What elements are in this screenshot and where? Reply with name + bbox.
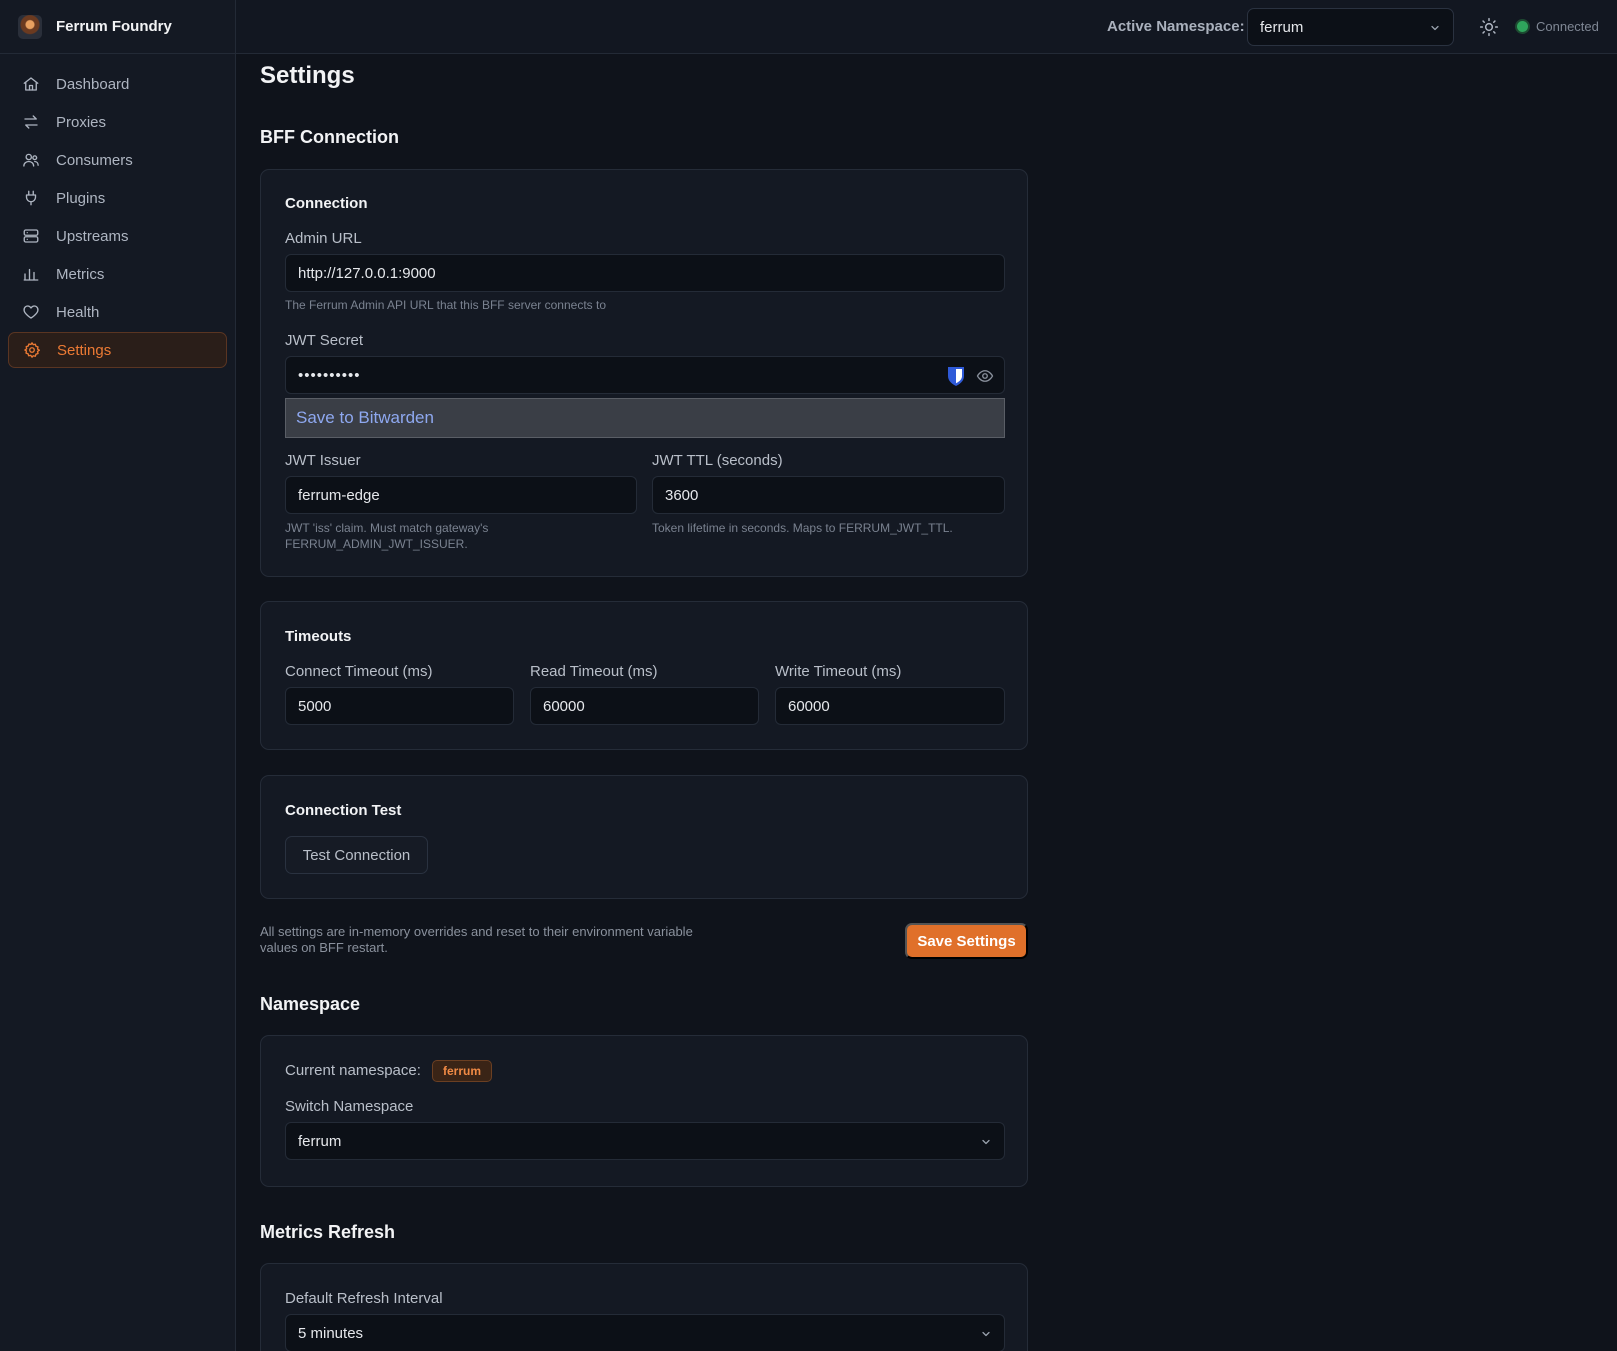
switch-namespace-label: Switch Namespace xyxy=(285,1098,414,1115)
top-bar: Active Namespace: ferrum Connected xyxy=(236,0,1617,54)
sidebar: Ferrum Foundry Dashboard Proxies Consume… xyxy=(0,0,236,1351)
jwt-secret-label: JWT Secret xyxy=(285,332,364,349)
admin-url-label: Admin URL xyxy=(285,230,362,247)
bar-chart-icon xyxy=(22,265,40,283)
write-timeout-label: Write Timeout (ms) xyxy=(775,663,902,680)
connection-test-card: Connection Test Test Connection xyxy=(260,775,1028,899)
sidebar-item-proxies[interactable]: Proxies xyxy=(8,104,227,140)
bff-section-title: BFF Connection xyxy=(260,127,399,147)
switch-namespace-value: ferrum xyxy=(298,1132,342,1150)
status-text: Connected xyxy=(1536,19,1599,34)
timeouts-card: Timeouts Connect Timeout (ms) 5000 Read … xyxy=(260,601,1028,750)
sidebar-item-label: Plugins xyxy=(56,189,106,207)
sidebar-item-consumers[interactable]: Consumers xyxy=(8,142,227,178)
jwt-issuer-label: JWT Issuer xyxy=(285,452,361,469)
admin-url-help: The Ferrum Admin API URL that this BFF s… xyxy=(285,298,607,312)
jwt-ttl-label: JWT TTL (seconds) xyxy=(652,452,783,469)
jwt-secret-input[interactable]: •••••••••• xyxy=(285,356,1005,394)
active-namespace-value: ferrum xyxy=(1260,18,1304,36)
brand-logo xyxy=(18,14,42,39)
jwt-ttl-help: Token lifetime in seconds. Maps to FERRU… xyxy=(652,521,953,535)
sidebar-item-label: Dashboard xyxy=(56,75,130,93)
connection-card-title: Connection xyxy=(285,195,368,212)
chevron-down-icon xyxy=(980,1327,992,1344)
arrows-exchange-icon xyxy=(22,113,40,131)
refresh-interval-value: 5 minutes xyxy=(298,1324,364,1342)
connection-test-title: Connection Test xyxy=(285,802,402,819)
sun-icon[interactable] xyxy=(1479,17,1499,37)
namespace-card: Current namespace: ferrum Switch Namespa… xyxy=(260,1035,1028,1187)
sidebar-item-metrics[interactable]: Metrics xyxy=(8,256,227,292)
test-connection-button[interactable]: Test Connection xyxy=(285,836,428,874)
save-settings-button[interactable]: Save Settings xyxy=(905,923,1028,959)
sidebar-item-label: Metrics xyxy=(56,265,105,283)
settings-note: All settings are in-memory overrides and… xyxy=(260,924,693,955)
connection-card: Connection Admin URL http://127.0.0.1:90… xyxy=(260,169,1028,577)
sidebar-item-plugins[interactable]: Plugins xyxy=(8,180,227,216)
write-timeout-input[interactable]: 60000 xyxy=(775,687,1005,725)
namespace-section-title: Namespace xyxy=(260,994,361,1014)
eye-icon[interactable] xyxy=(976,367,994,389)
chevron-down-icon xyxy=(1429,21,1441,38)
sidebar-item-dashboard[interactable]: Dashboard xyxy=(8,66,227,102)
server-stack-icon xyxy=(22,227,40,245)
users-icon xyxy=(22,151,40,169)
current-namespace-label: Current namespace: xyxy=(285,1062,421,1079)
connect-timeout-input[interactable]: 5000 xyxy=(285,687,514,725)
admin-url-input[interactable]: http://127.0.0.1:9000 xyxy=(285,254,1005,292)
gear-icon xyxy=(23,341,41,359)
switch-namespace-select[interactable]: ferrum xyxy=(285,1122,1005,1160)
refresh-interval-label: Default Refresh Interval xyxy=(285,1290,443,1307)
page-title: Settings xyxy=(260,62,355,89)
sidebar-item-upstreams[interactable]: Upstreams xyxy=(8,218,227,254)
brand[interactable]: Ferrum Foundry xyxy=(0,0,235,54)
sidebar-nav: Dashboard Proxies Consumers Plugins Upst… xyxy=(0,54,235,368)
sidebar-item-label: Settings xyxy=(57,341,112,359)
read-timeout-label: Read Timeout (ms) xyxy=(530,663,658,680)
metrics-refresh-card: Default Refresh Interval 5 minutes xyxy=(260,1263,1028,1351)
save-to-bitwarden-popup[interactable]: Save to Bitwarden xyxy=(285,398,1005,438)
sidebar-item-label: Consumers xyxy=(56,151,133,169)
plug-icon xyxy=(22,189,40,207)
home-icon xyxy=(22,75,40,93)
current-namespace-badge: ferrum xyxy=(432,1060,493,1082)
refresh-interval-select[interactable]: 5 minutes xyxy=(285,1314,1005,1351)
jwt-ttl-input[interactable]: 3600 xyxy=(652,476,1005,514)
sidebar-item-label: Upstreams xyxy=(56,227,129,245)
brand-name: Ferrum Foundry xyxy=(56,18,172,35)
jwt-secret-value: •••••••••• xyxy=(298,366,361,384)
metrics-refresh-section-title: Metrics Refresh xyxy=(260,1222,396,1242)
jwt-issuer-help: JWT 'iss' claim. Must match gateway's FE… xyxy=(285,521,489,551)
bitwarden-shield-icon[interactable] xyxy=(946,365,966,391)
active-namespace-label: Active Namespace: xyxy=(1107,18,1245,35)
sidebar-item-label: Proxies xyxy=(56,113,107,131)
jwt-issuer-input[interactable]: ferrum-edge xyxy=(285,476,637,514)
sidebar-item-settings[interactable]: Settings xyxy=(8,332,227,368)
connection-status: Connected xyxy=(1517,19,1599,34)
sidebar-item-health[interactable]: Health xyxy=(8,294,227,330)
read-timeout-input[interactable]: 60000 xyxy=(530,687,759,725)
chevron-down-icon xyxy=(980,1135,992,1152)
heart-icon xyxy=(22,303,40,321)
timeouts-card-title: Timeouts xyxy=(285,628,352,645)
connect-timeout-label: Connect Timeout (ms) xyxy=(285,663,433,680)
active-namespace-select[interactable]: ferrum xyxy=(1247,8,1454,46)
sidebar-item-label: Health xyxy=(56,303,100,321)
status-dot xyxy=(1517,21,1528,32)
